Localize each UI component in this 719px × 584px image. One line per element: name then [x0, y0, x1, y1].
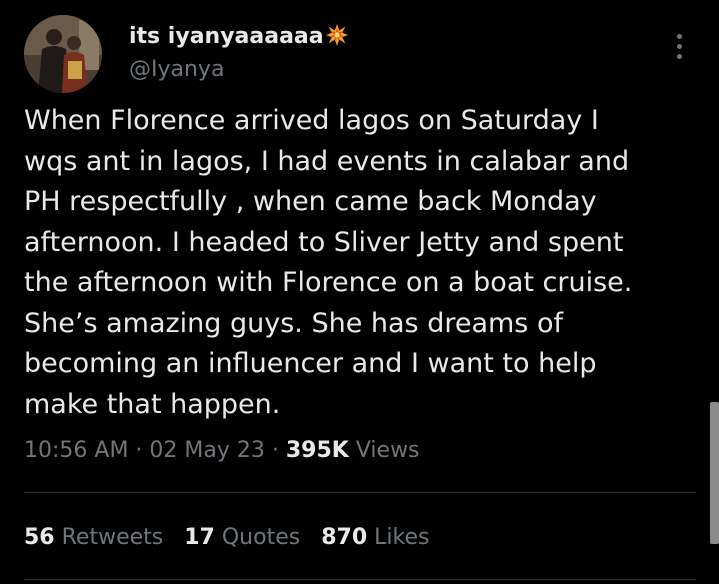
tweet-line: When Florence arrived lagos on Saturday …: [24, 105, 599, 136]
more-options-button[interactable]: [666, 30, 694, 64]
dot-icon: [677, 34, 682, 39]
display-name[interactable]: its iyanyaaaaaa: [129, 22, 349, 56]
collision-burst-icon: [325, 23, 349, 56]
tweet-line: PH respectfully , when came back Monday: [24, 186, 597, 217]
avatar[interactable]: [24, 15, 102, 93]
views-count[interactable]: 395K: [286, 438, 349, 463]
retweets-link[interactable]: 56 Retweets: [24, 525, 163, 550]
meta-separator: ·: [264, 438, 286, 463]
retweets-count: 56: [24, 525, 55, 550]
tweet-line: becoming an influencer and I want to hel…: [24, 348, 597, 379]
dot-icon: [677, 54, 682, 59]
meta-separator: ·: [128, 438, 150, 463]
quotes-link[interactable]: 17 Quotes: [184, 525, 300, 550]
tweet-text: When Florence arrived lagos on Saturday …: [24, 101, 674, 425]
quotes-label: Quotes: [214, 525, 301, 550]
tweet-meta: 10:56 AM · 02 May 23 · 395K Views: [24, 434, 420, 468]
divider: [24, 579, 696, 580]
user-handle[interactable]: @Iyanya: [129, 55, 224, 85]
avatar-photo: [24, 15, 102, 93]
divider: [24, 492, 696, 493]
dot-icon: [677, 44, 682, 49]
likes-link[interactable]: 870 Likes: [321, 525, 429, 550]
tweet-line: She’s amazing guys. She has dreams of: [24, 307, 563, 339]
quotes-count: 17: [184, 525, 215, 550]
tweet-line: afternoon. I headed to Sliver Jetty and …: [24, 226, 624, 258]
scrollbar[interactable]: [710, 402, 719, 544]
display-name-text: its iyanyaaaaaa: [129, 24, 324, 49]
tweet-date[interactable]: 02 May 23: [149, 438, 264, 463]
retweets-label: Retweets: [54, 525, 164, 550]
likes-count: 870: [321, 525, 368, 550]
tweet-time[interactable]: 10:56 AM: [24, 438, 128, 463]
likes-label: Likes: [367, 525, 430, 550]
tweet-line: the afternoon with Florence on a boat cr…: [24, 267, 633, 298]
engagement-stats: 56 Retweets 17 Quotes 870 Likes: [24, 521, 450, 555]
tweet-line: make that happen.: [24, 388, 281, 420]
tweet-line: wqs ant in lagos, I had events in calaba…: [24, 145, 630, 177]
views-label[interactable]: Views: [349, 438, 420, 463]
